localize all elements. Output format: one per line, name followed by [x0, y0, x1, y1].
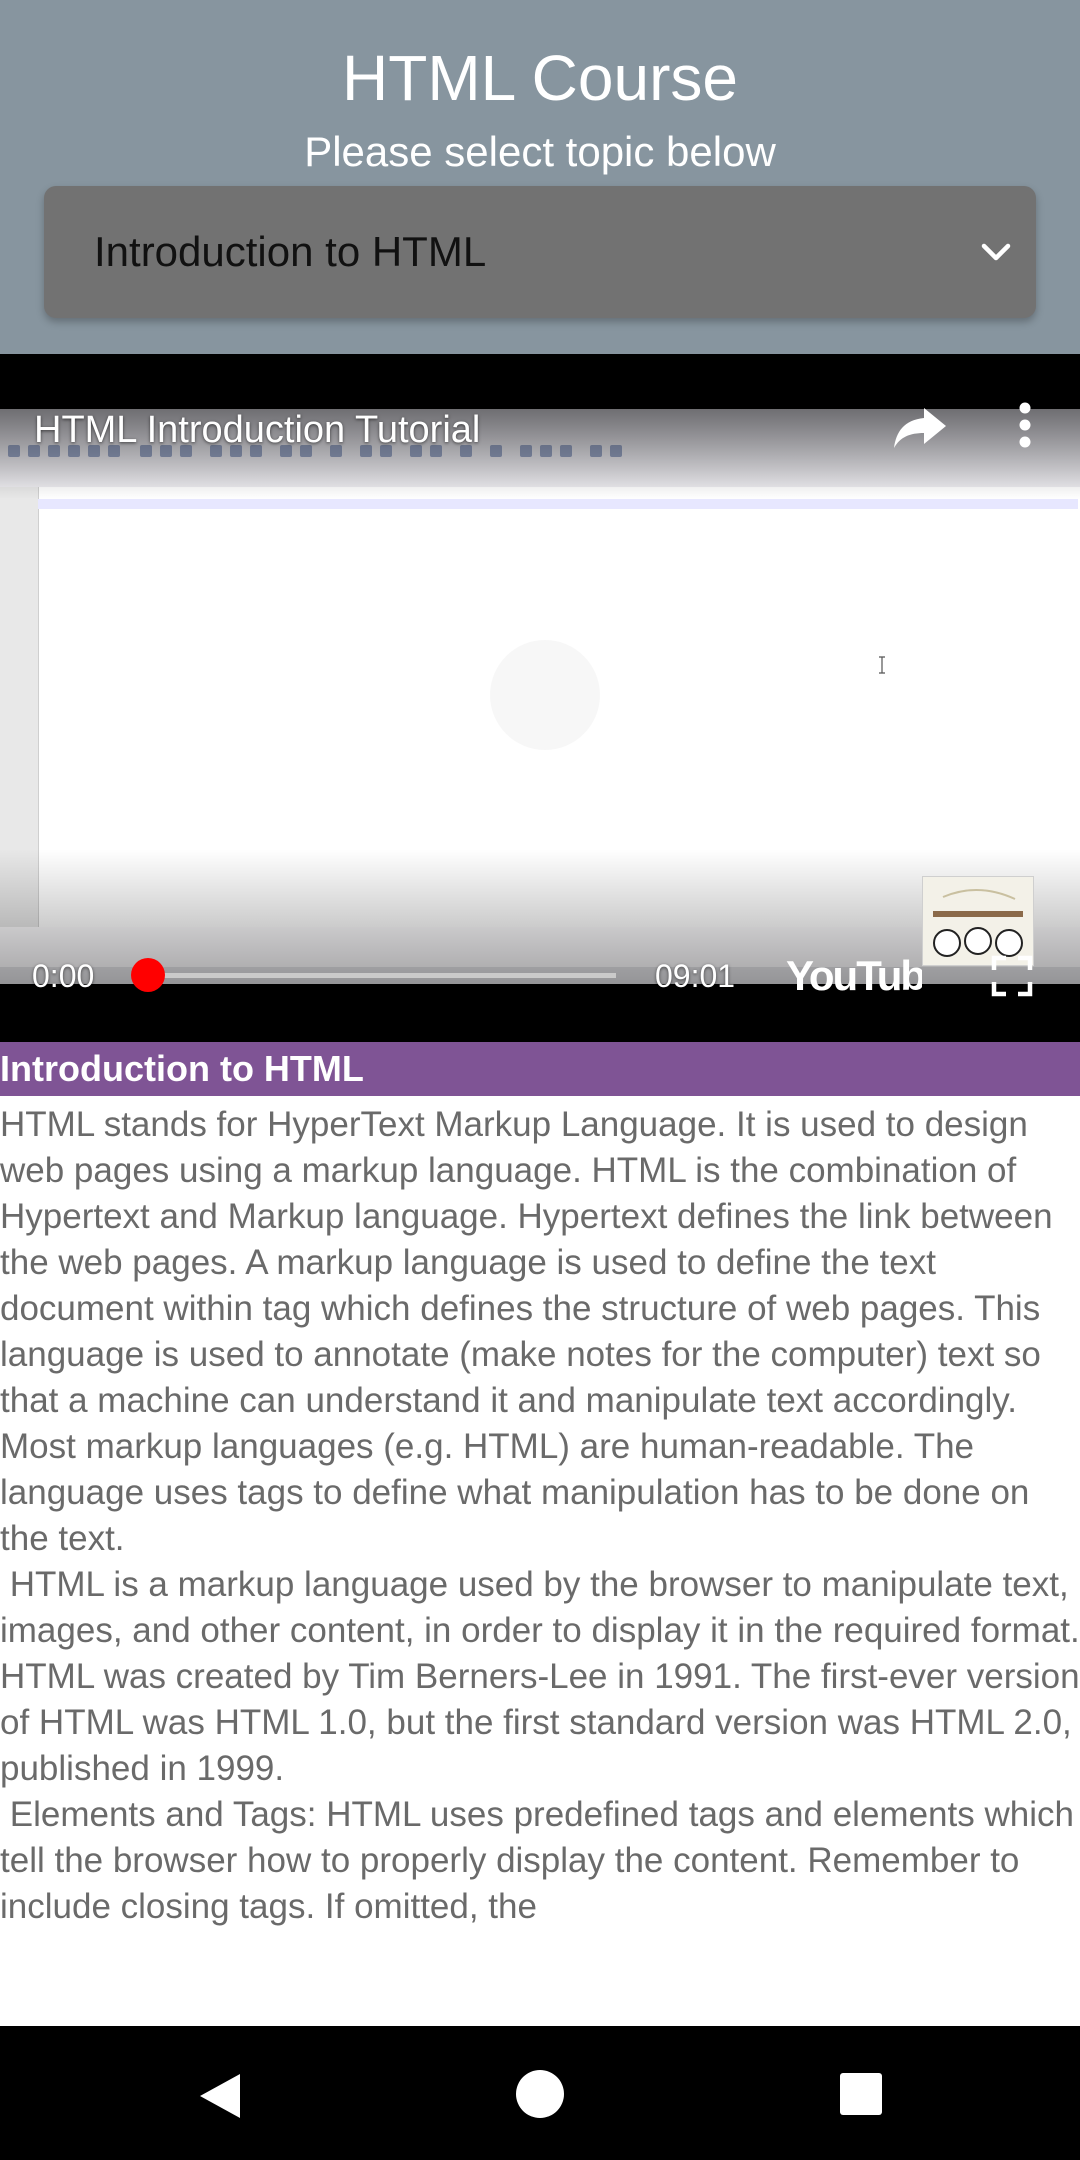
- video-seek-bar[interactable]: [148, 973, 616, 978]
- text-cursor-icon: [879, 656, 885, 674]
- page-title: HTML Course: [342, 42, 738, 114]
- youtube-logo[interactable]: YouTube: [786, 950, 922, 1002]
- video-duration: 09:01: [655, 958, 736, 994]
- play-icon[interactable]: [490, 640, 600, 750]
- back-icon[interactable]: [196, 2070, 246, 2122]
- video-player[interactable]: [0, 354, 1080, 1042]
- video-content-line: [38, 499, 1078, 509]
- video-current-time: 0:00: [32, 958, 95, 994]
- svg-text:YouTube: YouTube: [786, 952, 922, 999]
- section-body: HTML stands for HyperText Markup Languag…: [0, 1105, 1080, 1926]
- app-header: HTML Course Please select topic below In…: [0, 0, 1080, 354]
- recents-icon[interactable]: [840, 2073, 882, 2115]
- more-vert-icon[interactable]: [1010, 400, 1040, 450]
- section-heading: Introduction to HTML: [0, 1042, 1080, 1096]
- topic-dropdown[interactable]: Introduction to HTML: [44, 186, 1036, 318]
- home-icon[interactable]: [516, 2070, 564, 2118]
- share-icon[interactable]: [890, 402, 950, 452]
- topic-dropdown-value: Introduction to HTML: [94, 228, 487, 275]
- video-title[interactable]: HTML Introduction Tutorial: [34, 405, 480, 455]
- video-seek-thumb[interactable]: [131, 958, 165, 992]
- channel-watermark-icon: [933, 888, 1023, 957]
- chevron-down-icon: [981, 243, 1011, 261]
- channel-watermark[interactable]: [922, 876, 1034, 966]
- page-subtitle: Please select topic below: [304, 128, 776, 175]
- fullscreen-icon[interactable]: [990, 954, 1034, 998]
